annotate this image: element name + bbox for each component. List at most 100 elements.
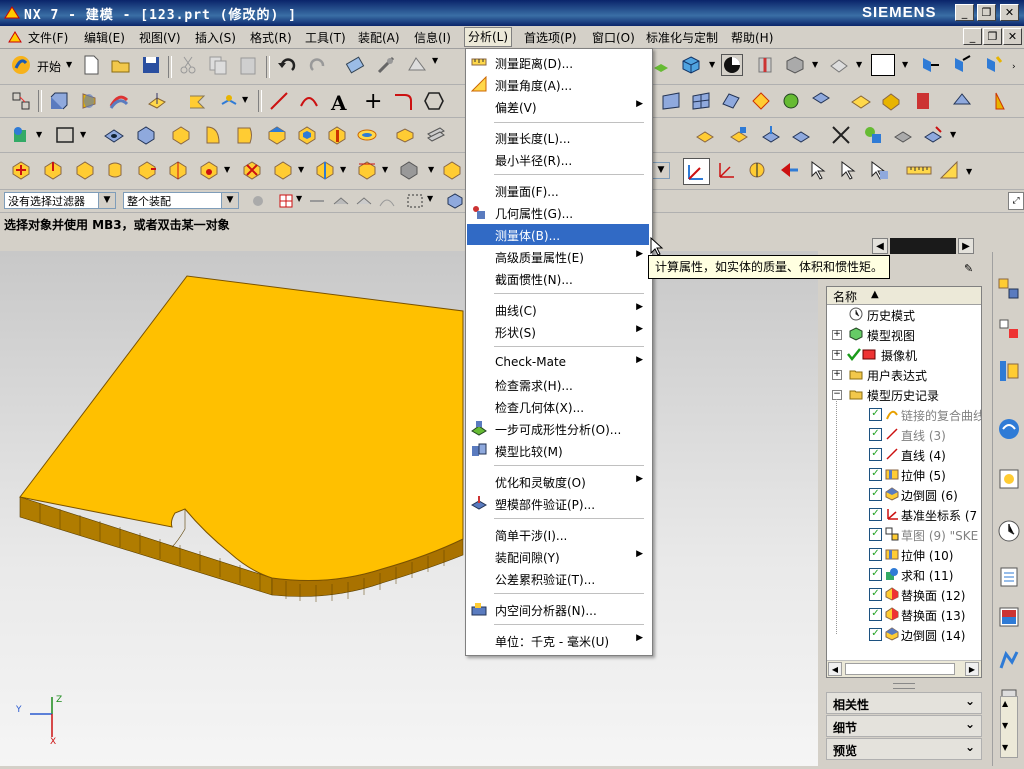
feature-checkbox[interactable]: ✓: [869, 508, 882, 521]
feature-checkbox[interactable]: ✓: [869, 568, 882, 581]
menu-item-simple-interference[interactable]: 简单干涉(I)...: [467, 524, 649, 545]
selection-scope-dropdown[interactable]: 整个装配 ▼: [123, 192, 239, 209]
history-palette-icon[interactable]: [996, 466, 1022, 492]
background-dropdown-icon[interactable]: ▼: [902, 60, 908, 69]
feature-checkbox[interactable]: ✓: [869, 428, 882, 441]
pad-icon[interactable]: [202, 124, 224, 146]
feature-row[interactable]: ✓ 基准坐标系 (7: [827, 504, 981, 524]
tree-column-header[interactable]: 名称 ▲: [827, 287, 981, 305]
surface-mesh-icon[interactable]: [690, 90, 712, 112]
menu-assembly[interactable]: 装配(A): [358, 29, 400, 46]
feature-row[interactable]: ✓ 边倒圆 (6): [827, 484, 981, 504]
delete-feature-icon[interactable]: [922, 124, 944, 146]
section-view-icon[interactable]: [754, 54, 776, 76]
replay-icon[interactable]: [892, 124, 914, 146]
line-tool-icon[interactable]: [268, 90, 290, 112]
selection-arrow-icon[interactable]: [808, 159, 830, 181]
edit-dropdown-icon[interactable]: ▼: [950, 130, 956, 139]
document-menu-icon[interactable]: [8, 31, 22, 43]
sew-icon[interactable]: [810, 90, 832, 112]
delete-face-icon[interactable]: [241, 159, 263, 181]
menu-item-measure-face[interactable]: 测量面(F)...: [467, 180, 649, 201]
menu-tools[interactable]: 工具(T): [305, 29, 346, 46]
menu-item-curve[interactable]: 曲线(C) ▶: [467, 299, 649, 320]
menu-insert[interactable]: 插入(S): [195, 29, 236, 46]
tree-node-model-history[interactable]: − 模型历史记录: [827, 384, 981, 404]
offset-region-icon[interactable]: [74, 159, 96, 181]
paste-icon[interactable]: [237, 54, 259, 76]
box-dropdown-icon[interactable]: ▼: [427, 194, 433, 203]
copy-face-icon[interactable]: [272, 159, 294, 181]
wcs-icon[interactable]: [716, 159, 738, 181]
minimize-button[interactable]: _: [955, 4, 974, 21]
filter-settings-icon[interactable]: [247, 190, 269, 212]
type-filter-dropdown[interactable]: 没有选择过滤器 ▼: [4, 192, 116, 209]
arc-tool-icon[interactable]: [298, 90, 320, 112]
redo-icon[interactable]: [307, 54, 329, 76]
boss-icon[interactable]: [135, 124, 157, 146]
rib-icon[interactable]: [326, 124, 348, 146]
feature-checkbox[interactable]: ✓: [869, 488, 882, 501]
dimension-dropdown-icon[interactable]: ▼: [382, 165, 388, 174]
feature-checkbox[interactable]: ✓: [869, 448, 882, 461]
pin-icon[interactable]: ✎: [964, 262, 973, 275]
section-preview[interactable]: 预览 ⌄: [826, 738, 982, 760]
menu-item-formability[interactable]: 一步可成形性分析(O)...: [467, 418, 649, 439]
copy-dropdown-icon[interactable]: ▼: [298, 165, 304, 174]
orient-view-3-icon[interactable]: [983, 54, 1005, 76]
text-tool-icon[interactable]: A: [331, 91, 347, 115]
properties-icon[interactable]: [406, 54, 428, 76]
menu-item-examine-geometry[interactable]: 检查几何体(X)...: [467, 396, 649, 417]
repeat-command-icon[interactable]: [344, 54, 366, 76]
selection-box-icon[interactable]: [404, 190, 426, 212]
toolbar-overflow-icon[interactable]: ▼: [432, 56, 438, 65]
scroll-thumb[interactable]: [845, 663, 955, 675]
measure-arrow-icon[interactable]: [778, 159, 800, 181]
feature-checkbox[interactable]: ✓: [869, 408, 882, 421]
tree-node-cameras[interactable]: + 摄像机: [827, 344, 981, 364]
trim-sheet-icon[interactable]: [780, 90, 802, 112]
face-blend-icon[interactable]: [750, 90, 772, 112]
part-navigator-icon[interactable]: [996, 358, 1022, 384]
expand-icon[interactable]: +: [832, 370, 842, 380]
part-model[interactable]: [0, 251, 824, 766]
thread-icon[interactable]: [356, 124, 378, 146]
shell-body-icon[interactable]: [398, 159, 420, 181]
extract-icon[interactable]: [760, 124, 782, 146]
section-dependencies[interactable]: 相关性 ⌄: [826, 692, 982, 714]
menu-view[interactable]: 视图(V): [139, 29, 181, 46]
menu-window[interactable]: 窗口(O): [592, 29, 635, 46]
view-dropdown-icon[interactable]: ▼: [709, 60, 715, 69]
tree-node-user-expressions[interactable]: + 用户表达式: [827, 364, 981, 384]
tree-node-history-mode[interactable]: 历史模式: [827, 304, 981, 324]
section-details[interactable]: 细节 ⌄: [826, 715, 982, 737]
mirror-icon[interactable]: [728, 124, 750, 146]
fit-view-icon[interactable]: ⤢: [1008, 192, 1024, 210]
menu-preferences[interactable]: 首选项(P): [524, 29, 577, 46]
snap-settings-icon[interactable]: [275, 190, 297, 212]
promote-icon[interactable]: [790, 124, 812, 146]
select-icon[interactable]: [838, 159, 860, 181]
part-navigator-tree[interactable]: 名称 ▲ 历史模式 + 模型视图 + 摄像机 + 用户表达式 − 模型历史记录 …: [826, 286, 982, 678]
menu-edit[interactable]: 编辑(E): [84, 29, 125, 46]
feature-row[interactable]: ✓ 链接的复合曲线: [827, 404, 981, 424]
expand-icon[interactable]: +: [832, 330, 842, 340]
feature-row[interactable]: ✓ 边倒圆 (14): [827, 624, 981, 644]
scroll-up-icon[interactable]: ▲: [1002, 699, 1008, 708]
menu-item-geometry-properties[interactable]: 几何属性(G)...: [467, 202, 649, 223]
feature-checkbox[interactable]: ✓: [869, 468, 882, 481]
start-dropdown-icon[interactable]: ▼: [66, 60, 72, 69]
menu-help[interactable]: 帮助(H): [731, 29, 773, 46]
point-dropdown-icon[interactable]: ▼: [242, 95, 248, 104]
scroll-down-icon[interactable]: ▼: [1002, 721, 1008, 730]
snap-point-icon[interactable]: [683, 158, 710, 185]
csys-dropdown-icon[interactable]: ▼: [36, 130, 42, 139]
scroll-down-icon[interactable]: ▼: [1002, 743, 1008, 752]
cut-icon[interactable]: [177, 54, 199, 76]
sync-dropdown-icon[interactable]: ▼: [224, 165, 230, 174]
render-style-icon[interactable]: [721, 54, 743, 76]
menu-item-tolerance-stackup[interactable]: 公差累积验证(T)...: [467, 568, 649, 589]
menu-file[interactable]: 文件(F): [28, 29, 68, 46]
background-color-icon[interactable]: [871, 54, 895, 76]
close-button[interactable]: ✕: [1000, 4, 1019, 21]
